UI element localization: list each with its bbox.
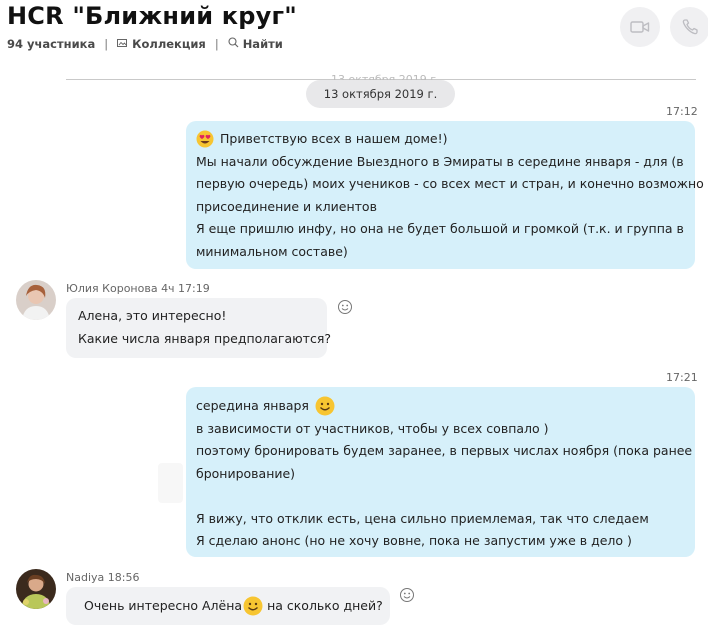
message-text: на сколько дней? [267, 597, 383, 613]
message-line: Приветствую всех в нашем доме!) [196, 128, 685, 151]
heart-eyes-emoji-icon [196, 130, 214, 148]
message-text: Приветствую всех в нашем доме!) [220, 131, 448, 146]
message-line: Алена, это интересно! [78, 308, 227, 323]
message-line: середина января [196, 395, 685, 418]
smile-emoji-icon [243, 596, 263, 616]
video-call-icon [630, 21, 650, 33]
incoming-message-bubble[interactable]: Алена, это интересно! Какие числа января… [66, 298, 331, 358]
message-line: Какие числа января предполагаются? [78, 330, 331, 346]
add-reaction-icon[interactable] [399, 587, 415, 603]
members-count-link[interactable]: 94 участника [7, 37, 95, 51]
date-divider-pill: 13 октября 2019 г. [306, 80, 455, 108]
message-line: присоединение и клиентов [196, 198, 377, 214]
search-icon [228, 37, 239, 51]
message-time: 17:21 [666, 371, 698, 384]
message-line: бронирование) [196, 465, 296, 481]
faded-placeholder [158, 463, 183, 503]
phone-call-button[interactable] [670, 7, 708, 47]
message-text: Очень интересно Алёна [84, 597, 243, 613]
video-call-button[interactable] [620, 7, 660, 47]
outgoing-message-bubble[interactable]: середина января в зависимости от участни… [186, 387, 695, 557]
separator: | [214, 37, 219, 51]
smile-emoji-icon [315, 396, 335, 416]
incoming-message-bubble[interactable]: Очень интересно Алёна на сколько дней? [66, 587, 390, 625]
message-line: Очень интересно Алёна на сколько дней? [84, 587, 383, 625]
sender-name: Юлия Коронова 4ч 17:19 [66, 282, 210, 295]
separator: | [104, 37, 109, 51]
add-reaction-icon[interactable] [337, 299, 353, 315]
chat-header: HCR "Ближний круг" 94 участника | Коллек… [0, 0, 708, 62]
message-line: Мы начали обсуждение Выездного в Эмираты… [196, 153, 684, 169]
phone-call-icon [682, 19, 698, 35]
chat-title: HCR "Ближний круг" [7, 2, 297, 30]
message-line: первую очередь) моих учеников - со всех … [196, 176, 704, 191]
gallery-icon [117, 38, 128, 51]
chat-info-bar: 94 участника | Коллекция | Найти [7, 37, 283, 51]
message-line: Я еще пришлю инфу, но она не будет больш… [196, 221, 684, 236]
outgoing-message-bubble[interactable]: Приветствую всех в нашем доме!) Мы начал… [186, 121, 704, 269]
message-text: середина января [196, 398, 309, 413]
message-line: Я вижу, что отклик есть, цена сильно при… [196, 510, 649, 526]
search-link[interactable]: Найти [243, 37, 283, 51]
message-line: поэтому бронировать будем заранее, в пер… [196, 443, 693, 458]
message-line: Я сделаю анонс (но не хочу вовне, пока н… [196, 533, 632, 548]
message-time: 17:12 [666, 105, 698, 118]
avatar[interactable] [16, 569, 56, 609]
sender-name: Nadiya 18:56 [66, 571, 140, 584]
collection-link[interactable]: Коллекция [132, 37, 206, 51]
avatar[interactable] [16, 280, 56, 320]
message-line [196, 485, 685, 508]
message-line: минимальном составе) [196, 243, 348, 259]
message-line: в зависимости от участников, чтобы у все… [196, 420, 549, 436]
